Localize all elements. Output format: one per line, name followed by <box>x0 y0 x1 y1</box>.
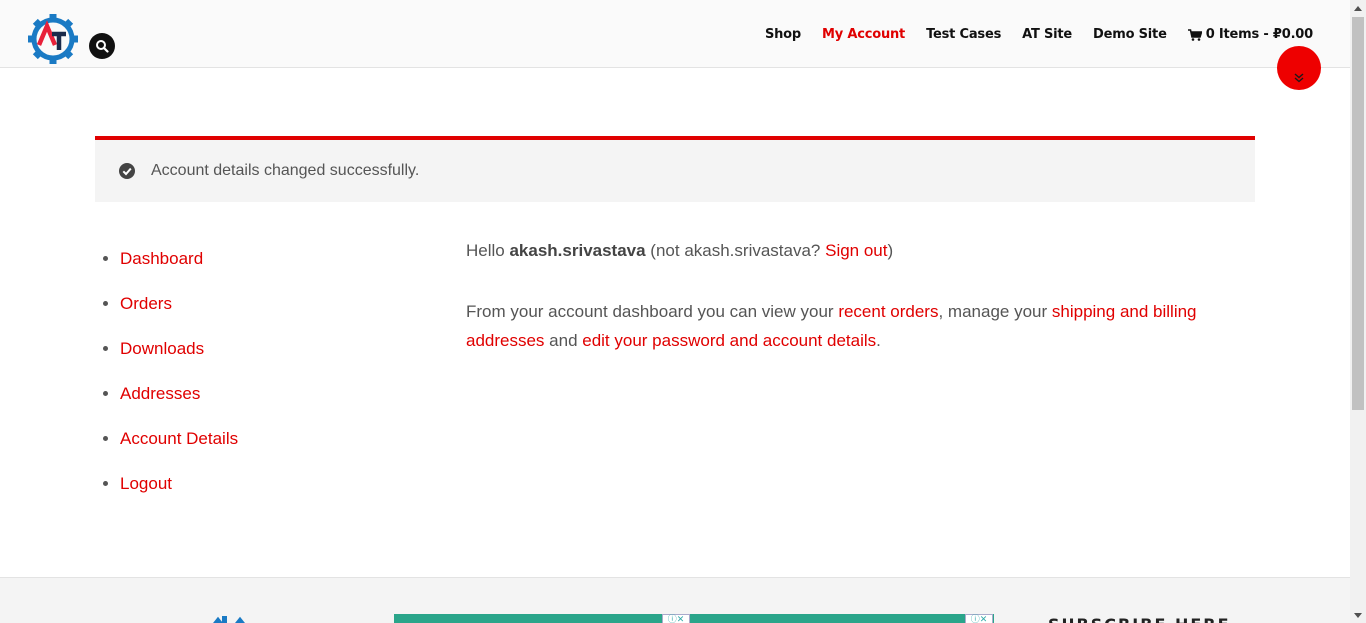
intro-text: From your account dashboard you can view… <box>466 302 839 321</box>
nav-at-site[interactable]: AT Site <box>1022 26 1072 44</box>
bullet <box>103 436 108 441</box>
and-text: and <box>544 331 583 350</box>
site-header: Shop My Account Test Cases AT Site Demo … <box>0 0 1350 68</box>
menu-item-addresses: Addresses <box>103 371 238 416</box>
search-button[interactable] <box>89 33 115 59</box>
scroll-down-arrow[interactable] <box>1350 607 1366 623</box>
not-user-close: ) <box>887 241 894 260</box>
edit-account-link[interactable]: edit your password and account details <box>582 331 876 350</box>
scroll-down-button[interactable] <box>1277 46 1321 90</box>
nav-cart[interactable]: 0 Items - ₽0.00 <box>1187 26 1313 44</box>
search-icon <box>96 40 109 53</box>
ad-choices-icon[interactable]: ⓘ✕ <box>662 614 690 623</box>
sign-out-link[interactable]: Sign out <box>825 241 887 260</box>
manage-text: , manage your <box>938 302 1052 321</box>
menu-link-orders[interactable]: Orders <box>120 292 172 316</box>
menu-item-account-details: Account Details <box>103 416 238 461</box>
triangle-down-icon <box>1354 612 1362 618</box>
bullet <box>103 481 108 486</box>
cart-summary: 0 Items - ₽0.00 <box>1205 27 1313 42</box>
notice-message: Account details changed successfully. <box>151 162 420 179</box>
greeting: Hello akash.srivastava (not akash.srivas… <box>466 236 1226 265</box>
not-user-text: (not akash.srivastava? <box>645 241 826 260</box>
advertisement-banner[interactable]: ⓘ✕ ⓘ✕ <box>394 614 994 623</box>
menu-item-logout: Logout <box>103 461 238 506</box>
double-chevron-down-icon <box>1294 73 1304 83</box>
bullet <box>103 256 108 261</box>
recent-orders-link[interactable]: recent orders <box>838 302 938 321</box>
menu-item-orders: Orders <box>103 281 238 326</box>
menu-link-logout[interactable]: Logout <box>120 472 172 496</box>
nav-my-account[interactable]: My Account <box>822 26 905 44</box>
subscribe-heading: SUBSCRIBE HERE <box>1048 615 1231 623</box>
bullet <box>103 391 108 396</box>
cart-icon <box>1187 29 1202 41</box>
dashboard-content: Hello akash.srivastava (not akash.srivas… <box>466 236 1226 387</box>
footer-logo[interactable] <box>196 610 266 623</box>
menu-link-addresses[interactable]: Addresses <box>120 382 200 406</box>
dashboard-intro: From your account dashboard you can view… <box>466 297 1226 355</box>
menu-item-dashboard: Dashboard <box>103 236 238 281</box>
bullet <box>103 346 108 351</box>
site-logo[interactable] <box>28 14 80 66</box>
period-text: . <box>876 331 881 350</box>
menu-link-dashboard[interactable]: Dashboard <box>120 247 203 271</box>
ad-close-icon[interactable]: ⓘ✕ <box>965 614 993 623</box>
nav-demo-site[interactable]: Demo Site <box>1093 26 1167 44</box>
menu-item-downloads: Downloads <box>103 326 238 371</box>
scroll-up-arrow[interactable] <box>1350 0 1366 16</box>
site-footer: ⓘ✕ ⓘ✕ SUBSCRIBE HERE <box>0 577 1350 623</box>
triangle-up-icon <box>1354 5 1362 11</box>
nav-test-cases[interactable]: Test Cases <box>926 26 1001 44</box>
page-scrollbar[interactable] <box>1350 0 1366 623</box>
username: akash.srivastava <box>509 241 646 260</box>
success-notice: Account details changed successfully. <box>95 136 1255 202</box>
greeting-text: Hello <box>466 241 510 260</box>
main-nav: Shop My Account Test Cases AT Site Demo … <box>765 26 1313 44</box>
menu-link-downloads[interactable]: Downloads <box>120 337 204 361</box>
account-navigation: Dashboard Orders Downloads Addresses Acc… <box>103 236 238 506</box>
nav-shop[interactable]: Shop <box>765 26 801 44</box>
scroll-thumb[interactable] <box>1352 17 1364 410</box>
check-circle-icon <box>119 163 135 179</box>
bullet <box>103 301 108 306</box>
menu-link-account-details[interactable]: Account Details <box>120 427 238 451</box>
